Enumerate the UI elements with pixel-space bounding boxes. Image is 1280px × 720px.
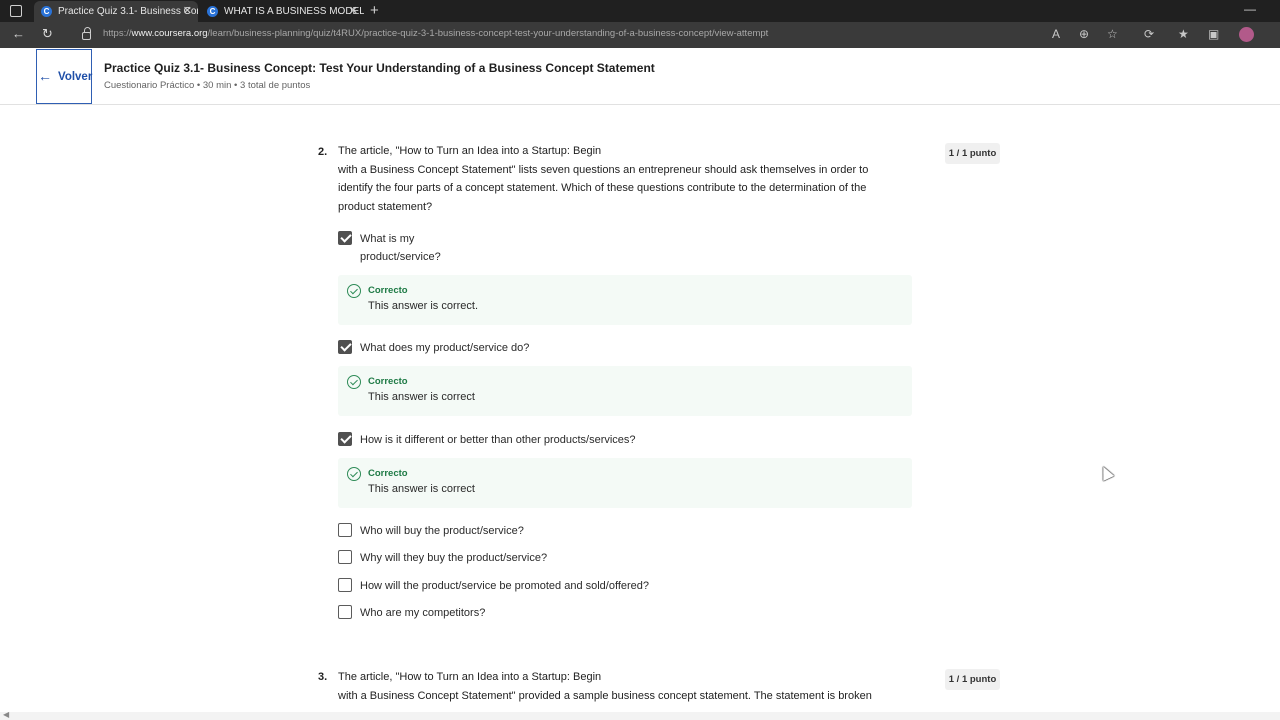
feedback-text: This answer is correct.: [368, 300, 479, 312]
feedback-title: Correcto: [368, 468, 408, 479]
browser-tab-business-model[interactable]: C WHAT IS A BUSINESS MODEL | C ✕: [200, 1, 364, 22]
page-subtitle: Cuestionario Práctico • 30 min • 3 total…: [104, 80, 311, 91]
feedback-title: Correcto: [368, 285, 408, 296]
points-badge: 1 / 1 punto: [945, 143, 1000, 164]
checkbox-unchecked[interactable]: [338, 550, 352, 564]
feedback-correct: Correcto This answer is correct: [338, 366, 912, 416]
browser-nav-bar: ← ↻ https://www.coursera.org/learn/busin…: [0, 22, 1280, 48]
profile-avatar[interactable]: [1239, 27, 1254, 42]
close-tab-icon[interactable]: ✕: [349, 1, 358, 22]
back-label: Volver: [58, 71, 93, 83]
option-label: How will the product/service be promoted…: [360, 580, 650, 592]
close-tab-icon[interactable]: ✕: [183, 1, 192, 22]
checkbox-checked[interactable]: [338, 432, 352, 446]
mouse-cursor-icon: [1097, 464, 1115, 481]
option-label: Why will they buy the product/service?: [360, 552, 548, 564]
option-label: Who will buy the product/service?: [360, 525, 524, 537]
quiz-header: ← Volver Practice Quiz 3.1- Business Con…: [0, 48, 1280, 105]
checkbox-unchecked[interactable]: [338, 578, 352, 592]
horizontal-scrollbar[interactable]: ◀: [0, 710, 1280, 720]
feedback-text: This answer is correct: [368, 391, 475, 403]
read-aloud-icon[interactable]: A: [1052, 27, 1060, 41]
check-circle-icon: [347, 284, 361, 298]
back-arrow-icon[interactable]: ←: [12, 26, 25, 41]
browser-tab-bar: C Practice Quiz 3.1- Business Conc ✕ C W…: [0, 0, 1280, 22]
favorites-icon[interactable]: ★: [1178, 27, 1189, 41]
page-title: Practice Quiz 3.1- Business Concept: Tes…: [104, 61, 655, 75]
collections-icon[interactable]: ▣: [1208, 27, 1219, 41]
checkbox-checked[interactable]: [338, 340, 352, 354]
points-badge: 1 / 1 punto: [945, 669, 1000, 690]
lock-icon: [82, 27, 91, 40]
checkbox-checked[interactable]: [338, 231, 352, 245]
check-circle-icon: [347, 467, 361, 481]
back-button[interactable]: ← Volver: [36, 49, 92, 104]
question-text: The article, "How to Turn an Idea into a…: [338, 671, 872, 702]
feedback-text: This answer is correct: [368, 483, 475, 495]
checkbox-unchecked[interactable]: [338, 605, 352, 619]
checkbox-unchecked[interactable]: [338, 523, 352, 537]
minimize-window-icon[interactable]: —: [1244, 2, 1256, 16]
check-circle-icon: [347, 375, 361, 389]
question-number: 2.: [318, 146, 328, 158]
option-label: What is my product/service?: [360, 233, 441, 263]
feedback-correct: Correcto This answer is correct: [338, 458, 912, 508]
question-text: The article, "How to Turn an Idea into a…: [338, 145, 869, 213]
browser-tab-quiz[interactable]: C Practice Quiz 3.1- Business Conc ✕: [34, 1, 198, 22]
zoom-icon[interactable]: ⊕: [1079, 27, 1089, 41]
feedback-correct: Correcto This answer is correct.: [338, 275, 912, 325]
question-number: 3.: [318, 671, 328, 683]
scroll-left-icon[interactable]: ◀: [3, 710, 9, 719]
coursera-favicon-icon: C: [41, 6, 52, 17]
extensions-icon[interactable]: ⟳: [1144, 27, 1154, 41]
arrow-left-icon: ←: [38, 68, 52, 84]
new-tab-plus-icon[interactable]: +: [370, 2, 379, 19]
coursera-favicon-icon: C: [207, 6, 218, 17]
option-label: How is it different or better than other…: [360, 434, 636, 446]
favorite-star-icon[interactable]: ☆: [1107, 27, 1118, 41]
tab-title: WHAT IS A BUSINESS MODEL | C: [224, 6, 364, 17]
tab-actions-icon[interactable]: [10, 5, 22, 17]
tab-title: Practice Quiz 3.1- Business Conc: [58, 6, 198, 17]
url-text[interactable]: https://www.coursera.org/learn/business-…: [103, 28, 768, 39]
option-label: What does my product/service do?: [360, 342, 530, 354]
address-bar[interactable]: https://www.coursera.org/learn/business-…: [76, 25, 1076, 45]
reload-icon[interactable]: ↻: [42, 26, 53, 42]
option-label: Who are my competitors?: [360, 607, 486, 619]
feedback-title: Correcto: [368, 376, 408, 387]
